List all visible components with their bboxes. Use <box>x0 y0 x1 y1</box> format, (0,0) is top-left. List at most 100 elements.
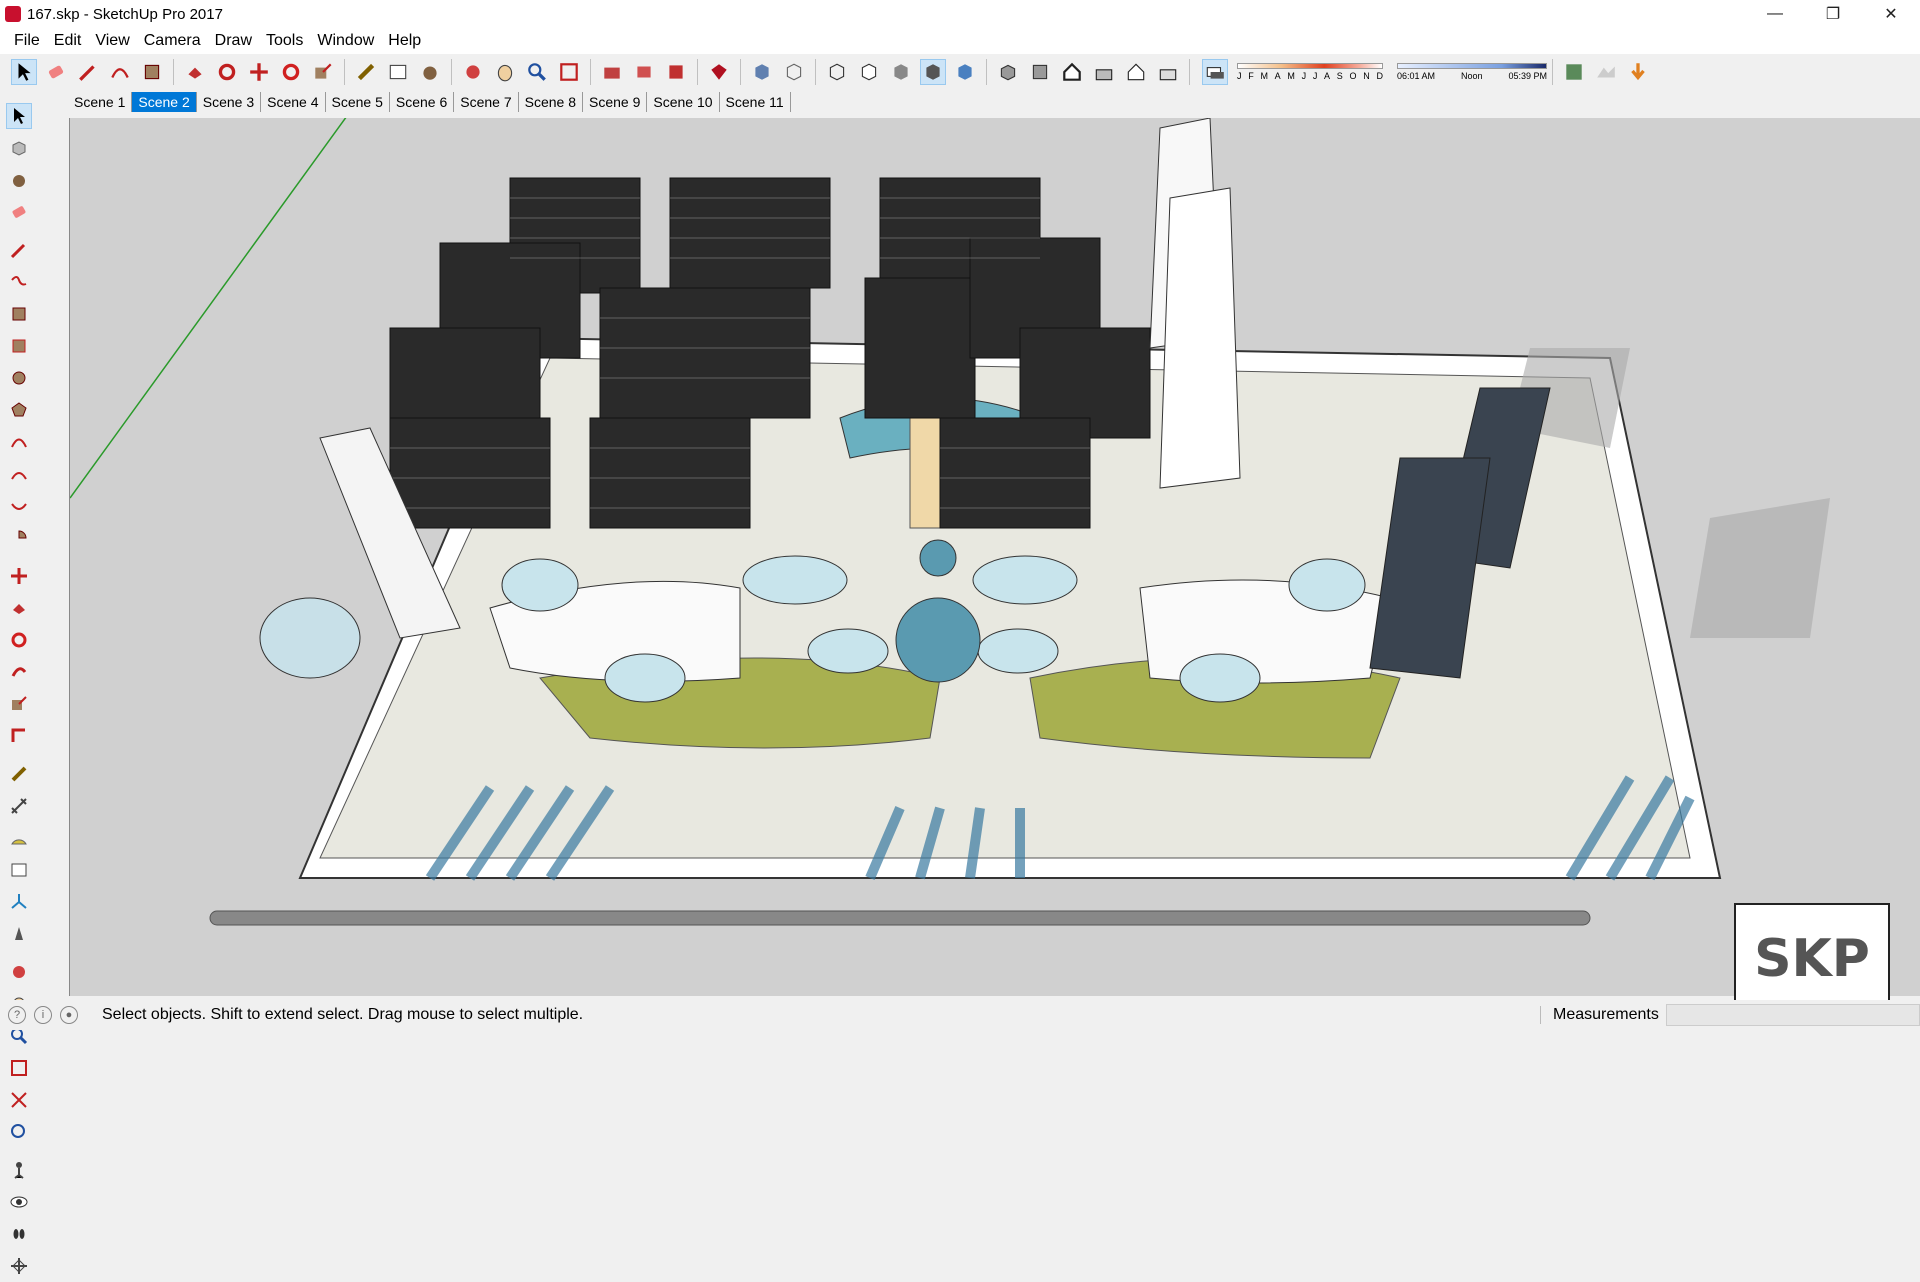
restore-button[interactable]: ❐ <box>1804 0 1862 28</box>
wireframe-button[interactable] <box>824 59 850 85</box>
move-tool[interactable] <box>6 563 32 589</box>
right-view-button[interactable] <box>1091 59 1117 85</box>
arc-tool[interactable] <box>6 429 32 455</box>
line-tool[interactable] <box>6 237 32 263</box>
rotate-tool-button[interactable] <box>278 59 304 85</box>
tape-measure-button[interactable] <box>353 59 379 85</box>
rotated-rectangle-tool[interactable] <box>6 333 32 359</box>
shadows-toggle-button[interactable] <box>1202 59 1228 85</box>
move-tool-button[interactable] <box>246 59 272 85</box>
select-tool-button[interactable] <box>11 59 37 85</box>
share-model-button[interactable] <box>631 59 657 85</box>
text-tool[interactable] <box>6 857 32 883</box>
rotate-tool[interactable] <box>6 627 32 653</box>
make-component-tool[interactable] <box>6 135 32 161</box>
close-button[interactable]: ✕ <box>1862 0 1920 28</box>
menu-window[interactable]: Window <box>310 32 381 50</box>
left-view-button[interactable] <box>1155 59 1181 85</box>
pan-button[interactable] <box>492 59 518 85</box>
credits-icon[interactable]: i <box>34 1006 52 1024</box>
tab-scene-8[interactable]: Scene 8 <box>519 92 583 112</box>
tab-scene-10[interactable]: Scene 10 <box>647 92 720 112</box>
push-pull-tool[interactable] <box>6 595 32 621</box>
monochrome-button[interactable] <box>952 59 978 85</box>
section-display-tool[interactable] <box>6 1253 32 1279</box>
tab-scene-1[interactable]: Scene 1 <box>68 92 133 112</box>
tape-measure-tool[interactable] <box>6 761 32 787</box>
eraser-tool[interactable] <box>6 199 32 225</box>
previous-view-tool[interactable] <box>6 1119 32 1145</box>
follow-me-button[interactable] <box>214 59 240 85</box>
tab-scene-7[interactable]: Scene 7 <box>454 92 519 112</box>
menu-view[interactable]: View <box>88 32 136 50</box>
axes-tool[interactable] <box>6 889 32 915</box>
line-tool-button[interactable] <box>75 59 101 85</box>
geolocation-icon[interactable]: ? <box>8 1006 26 1024</box>
circle-tool[interactable] <box>6 365 32 391</box>
push-pull-button[interactable] <box>182 59 208 85</box>
warehouse-button[interactable] <box>599 59 625 85</box>
extension-warehouse-button[interactable] <box>663 59 689 85</box>
back-edges-button[interactable] <box>781 59 807 85</box>
model-canvas[interactable] <box>70 118 1920 996</box>
position-camera-tool[interactable] <box>6 1157 32 1183</box>
tab-scene-9[interactable]: Scene 9 <box>583 92 648 112</box>
orbit-button[interactable] <box>460 59 486 85</box>
rectangle-tool-button[interactable] <box>139 59 165 85</box>
hidden-line-button[interactable] <box>856 59 882 85</box>
iso-view-button[interactable] <box>995 59 1021 85</box>
arc-tool-button[interactable] <box>107 59 133 85</box>
tab-scene-11[interactable]: Scene 11 <box>720 92 791 112</box>
eraser-tool-button[interactable] <box>43 59 69 85</box>
zoom-button[interactable] <box>524 59 550 85</box>
add-location-button[interactable] <box>1561 59 1587 85</box>
model-viewport[interactable] <box>69 118 1920 996</box>
scale-tool[interactable] <box>6 691 32 717</box>
walk-tool[interactable] <box>6 1221 32 1247</box>
ruby-console-button[interactable] <box>706 59 732 85</box>
select-tool[interactable] <box>6 103 32 129</box>
menu-help[interactable]: Help <box>381 32 428 50</box>
toggle-terrain-button[interactable] <box>1593 59 1619 85</box>
shaded-button[interactable] <box>888 59 914 85</box>
zoom-extents-button[interactable] <box>556 59 582 85</box>
tab-scene-2[interactable]: Scene 2 <box>132 92 197 112</box>
month-slider[interactable]: J F M A M J J A S O N D <box>1237 63 1383 81</box>
photo-textures-button[interactable] <box>1625 59 1651 85</box>
dimension-tool[interactable] <box>6 793 32 819</box>
back-view-button[interactable] <box>1123 59 1149 85</box>
measurements-input[interactable] <box>1666 1004 1920 1026</box>
tab-scene-4[interactable]: Scene 4 <box>261 92 326 112</box>
section-plane-tool[interactable] <box>6 921 32 947</box>
time-slider-track[interactable] <box>1397 63 1547 69</box>
menu-camera[interactable]: Camera <box>137 32 208 50</box>
zoom-window-tool[interactable] <box>6 1055 32 1081</box>
rectangle-tool[interactable] <box>6 301 32 327</box>
user-icon[interactable]: ● <box>60 1006 78 1024</box>
scale-tool-button[interactable] <box>310 59 336 85</box>
freehand-tool[interactable] <box>6 269 32 295</box>
follow-me-tool[interactable] <box>6 659 32 685</box>
xray-button[interactable] <box>749 59 775 85</box>
front-view-button[interactable] <box>1059 59 1085 85</box>
top-view-button[interactable] <box>1027 59 1053 85</box>
tab-scene-5[interactable]: Scene 5 <box>326 92 390 112</box>
paint-bucket-button[interactable] <box>417 59 443 85</box>
text-tool-button[interactable] <box>385 59 411 85</box>
shaded-textures-button[interactable] <box>920 59 946 85</box>
month-slider-track[interactable] <box>1237 63 1383 69</box>
tab-scene-6[interactable]: Scene 6 <box>390 92 455 112</box>
offset-tool[interactable] <box>6 723 32 749</box>
minimize-button[interactable]: — <box>1746 0 1804 28</box>
orbit-tool[interactable] <box>6 959 32 985</box>
protractor-tool[interactable] <box>6 825 32 851</box>
three-point-arc-tool[interactable] <box>6 493 32 519</box>
look-around-tool[interactable] <box>6 1189 32 1215</box>
menu-file[interactable]: File <box>7 32 47 50</box>
two-point-arc-tool[interactable] <box>6 461 32 487</box>
polygon-tool[interactable] <box>6 397 32 423</box>
zoom-extents-tool[interactable] <box>6 1087 32 1113</box>
menu-edit[interactable]: Edit <box>47 32 89 50</box>
tab-scene-3[interactable]: Scene 3 <box>197 92 262 112</box>
paint-bucket-tool[interactable] <box>6 167 32 193</box>
